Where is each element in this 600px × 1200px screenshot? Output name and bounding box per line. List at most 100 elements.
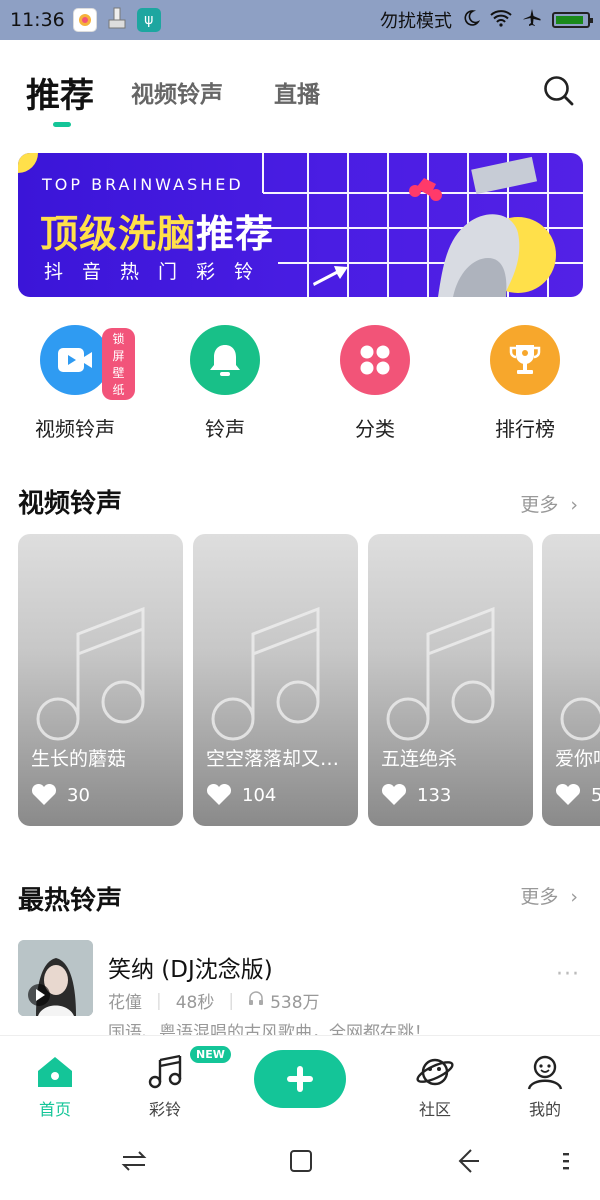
switch-apps-icon[interactable] bbox=[120, 1147, 148, 1175]
chevron-right-icon: › bbox=[570, 886, 578, 908]
active-tab-indicator bbox=[53, 122, 71, 127]
menu-icon[interactable] bbox=[558, 1147, 574, 1175]
dnd-mode-label: 勿扰模式 bbox=[380, 11, 452, 32]
bell-icon bbox=[190, 325, 260, 395]
nav-label: 社区 bbox=[418, 1100, 451, 1119]
chevron-right-icon: › bbox=[570, 494, 578, 516]
more-label: 更多 bbox=[520, 886, 559, 908]
video-card[interactable]: 空空落落却又满... 104 bbox=[193, 534, 358, 826]
headphones-icon bbox=[248, 990, 264, 1011]
nav-community[interactable]: 社区 bbox=[395, 1054, 475, 1120]
moon-icon bbox=[462, 9, 481, 32]
category-classify[interactable]: 分类 bbox=[315, 325, 435, 442]
planet-icon bbox=[416, 1058, 454, 1086]
video-card-title: 空空落落却又满... bbox=[206, 748, 346, 770]
trophy-icon bbox=[490, 325, 560, 395]
category-ringtone[interactable]: 铃声 bbox=[165, 325, 285, 442]
bottom-nav: 首页 彩铃 NEW 社区 我的 bbox=[0, 1035, 600, 1125]
hot-section-more[interactable]: 更多 › bbox=[520, 882, 578, 909]
like-count-value: 30 bbox=[67, 784, 90, 806]
video-card-title: 生长的蘑菇 bbox=[31, 748, 127, 770]
song-cover[interactable] bbox=[18, 940, 93, 1016]
banner-headline-yellow: 顶级洗脑 bbox=[40, 212, 197, 256]
song-title: 笑纳 (DJ沈念版) bbox=[108, 957, 273, 983]
like-count-value: 133 bbox=[417, 784, 452, 806]
music-note-icon bbox=[36, 606, 145, 741]
music-icon bbox=[148, 1054, 182, 1089]
heart-icon bbox=[31, 784, 57, 805]
heart-icon bbox=[381, 784, 407, 805]
grid-icon bbox=[340, 325, 410, 395]
hot-section-title: 最热铃声 bbox=[18, 886, 123, 916]
nav-label: 我的 bbox=[528, 1100, 561, 1119]
system-nav-bar bbox=[0, 1125, 600, 1200]
video-section-more[interactable]: 更多 › bbox=[520, 490, 578, 517]
tab-live[interactable]: 直播 bbox=[274, 75, 320, 109]
category-video-ringtone[interactable]: 视频铃声 锁屏壁纸 bbox=[15, 325, 135, 442]
tab-video-ringtone[interactable]: 视频铃声 bbox=[131, 75, 223, 109]
song-duration: 48秒 bbox=[175, 993, 215, 1013]
meta-divider: | bbox=[228, 990, 235, 1011]
user-icon bbox=[527, 1055, 563, 1090]
lockscreen-badge: 锁屏壁纸 bbox=[102, 328, 135, 400]
cover-portrait bbox=[18, 940, 93, 1016]
like-count: 133 bbox=[381, 784, 451, 806]
top-nav: 推荐 视频铃声 直播 bbox=[0, 40, 600, 140]
category-label: 铃声 bbox=[205, 417, 245, 441]
heart-icon bbox=[206, 784, 232, 805]
category-label: 排行榜 bbox=[495, 417, 555, 441]
usb-icon: ψ bbox=[136, 8, 161, 32]
banner-headline: 顶级洗脑推荐 bbox=[40, 203, 274, 258]
back-icon[interactable] bbox=[453, 1147, 481, 1175]
banner-top-text: TOP BRAINWASHED bbox=[42, 175, 244, 194]
heart-icon bbox=[555, 784, 581, 805]
add-button[interactable] bbox=[254, 1050, 346, 1108]
music-note-icon bbox=[211, 606, 320, 741]
status-time: 11:36 bbox=[10, 9, 65, 31]
clean-icon bbox=[105, 6, 129, 35]
home-square-icon[interactable] bbox=[287, 1147, 315, 1175]
app-notification-icon bbox=[72, 8, 97, 32]
video-card[interactable]: 生长的蘑菇 30 bbox=[18, 534, 183, 826]
song-item[interactable]: 笑纳 (DJ沈念版) 花僮 | 48秒 | 538万 国语、粤语混唱的古风歌曲，… bbox=[18, 940, 588, 1043]
like-count: 5 bbox=[555, 784, 600, 806]
song-meta: 花僮 | 48秒 | 538万 bbox=[108, 988, 320, 1014]
like-count-value: 5 bbox=[591, 784, 600, 806]
video-card[interactable]: 五连绝杀 133 bbox=[368, 534, 533, 826]
video-icon bbox=[40, 325, 110, 395]
nav-label: 首页 bbox=[38, 1100, 71, 1119]
wifi-icon bbox=[490, 9, 512, 32]
category-row: 视频铃声 锁屏壁纸 铃声 分类 排行榜 bbox=[0, 325, 600, 445]
more-options-icon[interactable]: ··· bbox=[556, 962, 580, 987]
home-icon bbox=[38, 1057, 72, 1087]
play-icon[interactable] bbox=[28, 984, 50, 1006]
like-count-value: 104 bbox=[242, 784, 277, 806]
music-note-icon bbox=[386, 606, 495, 741]
video-card-row: 生长的蘑菇 30 空空落落却又满... 104 五连绝杀 133 爱你吗 5 bbox=[18, 534, 600, 828]
nav-label: 彩铃 bbox=[148, 1100, 181, 1119]
song-plays: 538万 bbox=[270, 993, 320, 1013]
tab-recommend[interactable]: 推荐 bbox=[26, 68, 94, 117]
video-card-title: 五连绝杀 bbox=[381, 748, 458, 770]
category-label: 分类 bbox=[355, 417, 395, 441]
meta-divider: | bbox=[156, 990, 162, 1011]
new-badge: NEW bbox=[190, 1046, 231, 1063]
video-card[interactable]: 爱你吗 5 bbox=[542, 534, 600, 826]
banner-headline-white: 推荐 bbox=[196, 212, 275, 256]
plus-icon bbox=[287, 1066, 313, 1092]
like-count: 30 bbox=[31, 784, 90, 806]
video-section-title: 视频铃声 bbox=[18, 489, 123, 519]
airplane-icon bbox=[522, 8, 542, 33]
like-count: 104 bbox=[206, 784, 276, 806]
nav-coloring[interactable]: 彩铃 bbox=[125, 1054, 205, 1120]
nav-mine[interactable]: 我的 bbox=[505, 1054, 585, 1120]
category-label: 视频铃声 bbox=[35, 417, 115, 441]
promo-banner[interactable]: TOP BRAINWASHED 顶级洗脑推荐 抖音热门彩铃 bbox=[18, 153, 583, 297]
search-icon[interactable] bbox=[543, 75, 575, 107]
category-ranking[interactable]: 排行榜 bbox=[465, 325, 585, 442]
video-card-title: 爱你吗 bbox=[555, 748, 600, 770]
banner-subtitle: 抖音热门彩铃 bbox=[44, 261, 273, 283]
nav-home[interactable]: 首页 bbox=[15, 1054, 95, 1120]
more-label: 更多 bbox=[520, 494, 559, 516]
song-artist: 花僮 bbox=[108, 993, 142, 1013]
